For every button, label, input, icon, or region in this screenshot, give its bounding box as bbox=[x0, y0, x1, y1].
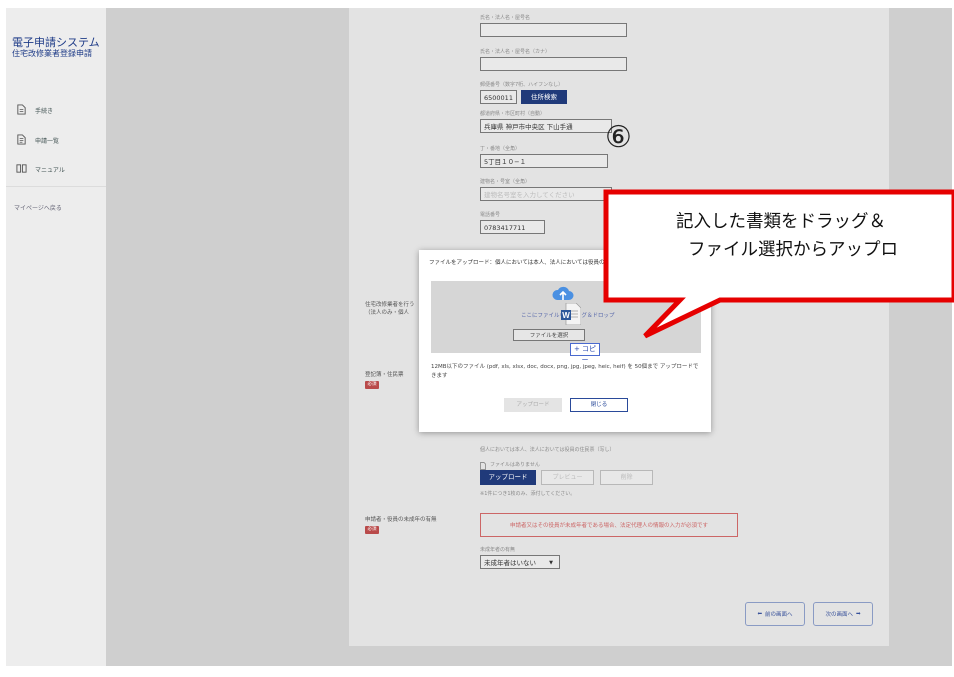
name-input[interactable] bbox=[480, 23, 627, 37]
postal-label: 郵便番号（数字7桁、ハイフンなし） bbox=[480, 82, 564, 88]
callout-text-line2: ファイル選択からアップロ bbox=[688, 240, 898, 260]
app-subtitle: 住宅改修業者登録申請 bbox=[12, 49, 92, 58]
doc-label: 登記簿・住民票 bbox=[365, 372, 404, 378]
delete-button[interactable]: 削除 bbox=[600, 470, 653, 485]
phone-label: 電話番号 bbox=[480, 212, 501, 218]
minor-error-message: 申請者又はその役員が未成年者である場合、法定代理人の情報の入力が必須です bbox=[480, 513, 738, 537]
kana-label: 氏名・法人名・屋号名（カナ） bbox=[480, 49, 551, 55]
sidebar: 電子申請システム 住宅改修業者登録申請 手続き 申請一覧 マニュアル マイページ… bbox=[6, 8, 107, 666]
copy-cursor-badge: + コピー bbox=[570, 343, 600, 364]
prev-page-label: 前の画面へ bbox=[765, 612, 793, 618]
sidebar-item-label: 申請一覧 bbox=[35, 138, 60, 145]
minor-select-label: 未成年者の有無 bbox=[480, 547, 516, 553]
upload-modal: ファイルをアップロード：個人においては本人、法人においては役員の ここにファイル… bbox=[419, 250, 711, 432]
word-document-icon: W bbox=[561, 302, 582, 329]
manual-icon bbox=[16, 163, 27, 176]
business-sub-label: （法人のみ・個人 bbox=[365, 310, 410, 316]
chevron-down-icon: ▼ bbox=[549, 560, 553, 566]
kana-input[interactable] bbox=[480, 57, 627, 71]
file-limit-note: ※1件につき1枚のみ、添付してください。 bbox=[480, 491, 576, 497]
name-label: 氏名・法人名・屋号名 bbox=[480, 15, 531, 21]
modal-close-button[interactable]: 閉じる bbox=[570, 398, 628, 412]
document-list-icon bbox=[16, 134, 27, 147]
sidebar-item-label: 手続き bbox=[35, 108, 54, 115]
chome-label: 丁・番地（全角） bbox=[480, 146, 521, 152]
next-page-button[interactable]: 次の画面へ ➡ bbox=[813, 602, 873, 626]
chome-input[interactable]: 5丁目１０−１ bbox=[480, 154, 608, 168]
business-label: 住宅改修業者を行う bbox=[365, 302, 415, 308]
document-icon bbox=[16, 104, 27, 117]
postal-input[interactable]: 6500011 bbox=[480, 90, 517, 104]
sidebar-item-application-list[interactable]: 申請一覧 bbox=[16, 134, 59, 147]
address-search-button[interactable]: 住所検索 bbox=[521, 90, 567, 104]
sidebar-item-label: マニュアル bbox=[35, 167, 65, 174]
select-file-button[interactable]: ファイルを選択 bbox=[513, 329, 585, 341]
modal-title: ファイルをアップロード：個人においては本人、法人においては役員の bbox=[429, 260, 605, 266]
required-badge-minor: 必須 bbox=[365, 526, 379, 534]
minor-select[interactable]: 未成年者はいない ▼ bbox=[480, 555, 560, 569]
sidebar-item-procedures[interactable]: 手続き bbox=[16, 104, 53, 117]
doc-note: 個人においては本人、法人においては役員の住民票（写し） bbox=[480, 447, 615, 453]
upload-note: 12MB以下のファイル (pdf, xls, xlsx, doc, docx, … bbox=[431, 364, 699, 379]
mypage-link[interactable]: マイページへ戻る bbox=[14, 203, 62, 212]
required-badge: 必須 bbox=[365, 381, 379, 389]
sidebar-item-manual[interactable]: マニュアル bbox=[16, 163, 65, 176]
city-input[interactable]: 兵庫県 神戸市中央区 下山手通 bbox=[480, 119, 612, 133]
prev-page-button[interactable]: ⬅ 前の画面へ bbox=[745, 602, 805, 626]
divider bbox=[6, 186, 106, 187]
upload-button[interactable]: アップロード bbox=[480, 470, 536, 485]
minor-error-text: 申請者又はその役員が未成年者である場合、法定代理人の情報の入力が必須です bbox=[510, 523, 708, 529]
city-label: 都道府県・市区町村（自動） bbox=[480, 111, 546, 117]
svg-text:W: W bbox=[562, 311, 570, 320]
callout-text-line1: 記入した書類をドラッグ＆ bbox=[676, 212, 886, 232]
step-number: ⑥ bbox=[605, 120, 632, 155]
modal-upload-button[interactable]: アップロード bbox=[504, 398, 562, 412]
minor-label: 申請者・役員の未成年の有無 bbox=[365, 517, 437, 523]
no-file-text: ファイルはありません bbox=[490, 462, 540, 468]
file-dropzone[interactable]: ここにファイルをドラッグ＆ドロップ ファイルを選択 W bbox=[431, 281, 701, 353]
building-label: 建物名・号室（全角） bbox=[480, 179, 531, 185]
arrow-right-icon: ➡ bbox=[855, 611, 861, 617]
arrow-left-icon: ⬅ bbox=[757, 611, 763, 617]
next-page-label: 次の画面へ bbox=[825, 612, 853, 618]
preview-button[interactable]: プレビュー bbox=[541, 470, 594, 485]
minor-select-value: 未成年者はいない bbox=[484, 559, 536, 567]
building-input[interactable]: 建物名号室を入力してください bbox=[480, 187, 612, 201]
phone-input[interactable]: 0783417711 bbox=[480, 220, 545, 234]
